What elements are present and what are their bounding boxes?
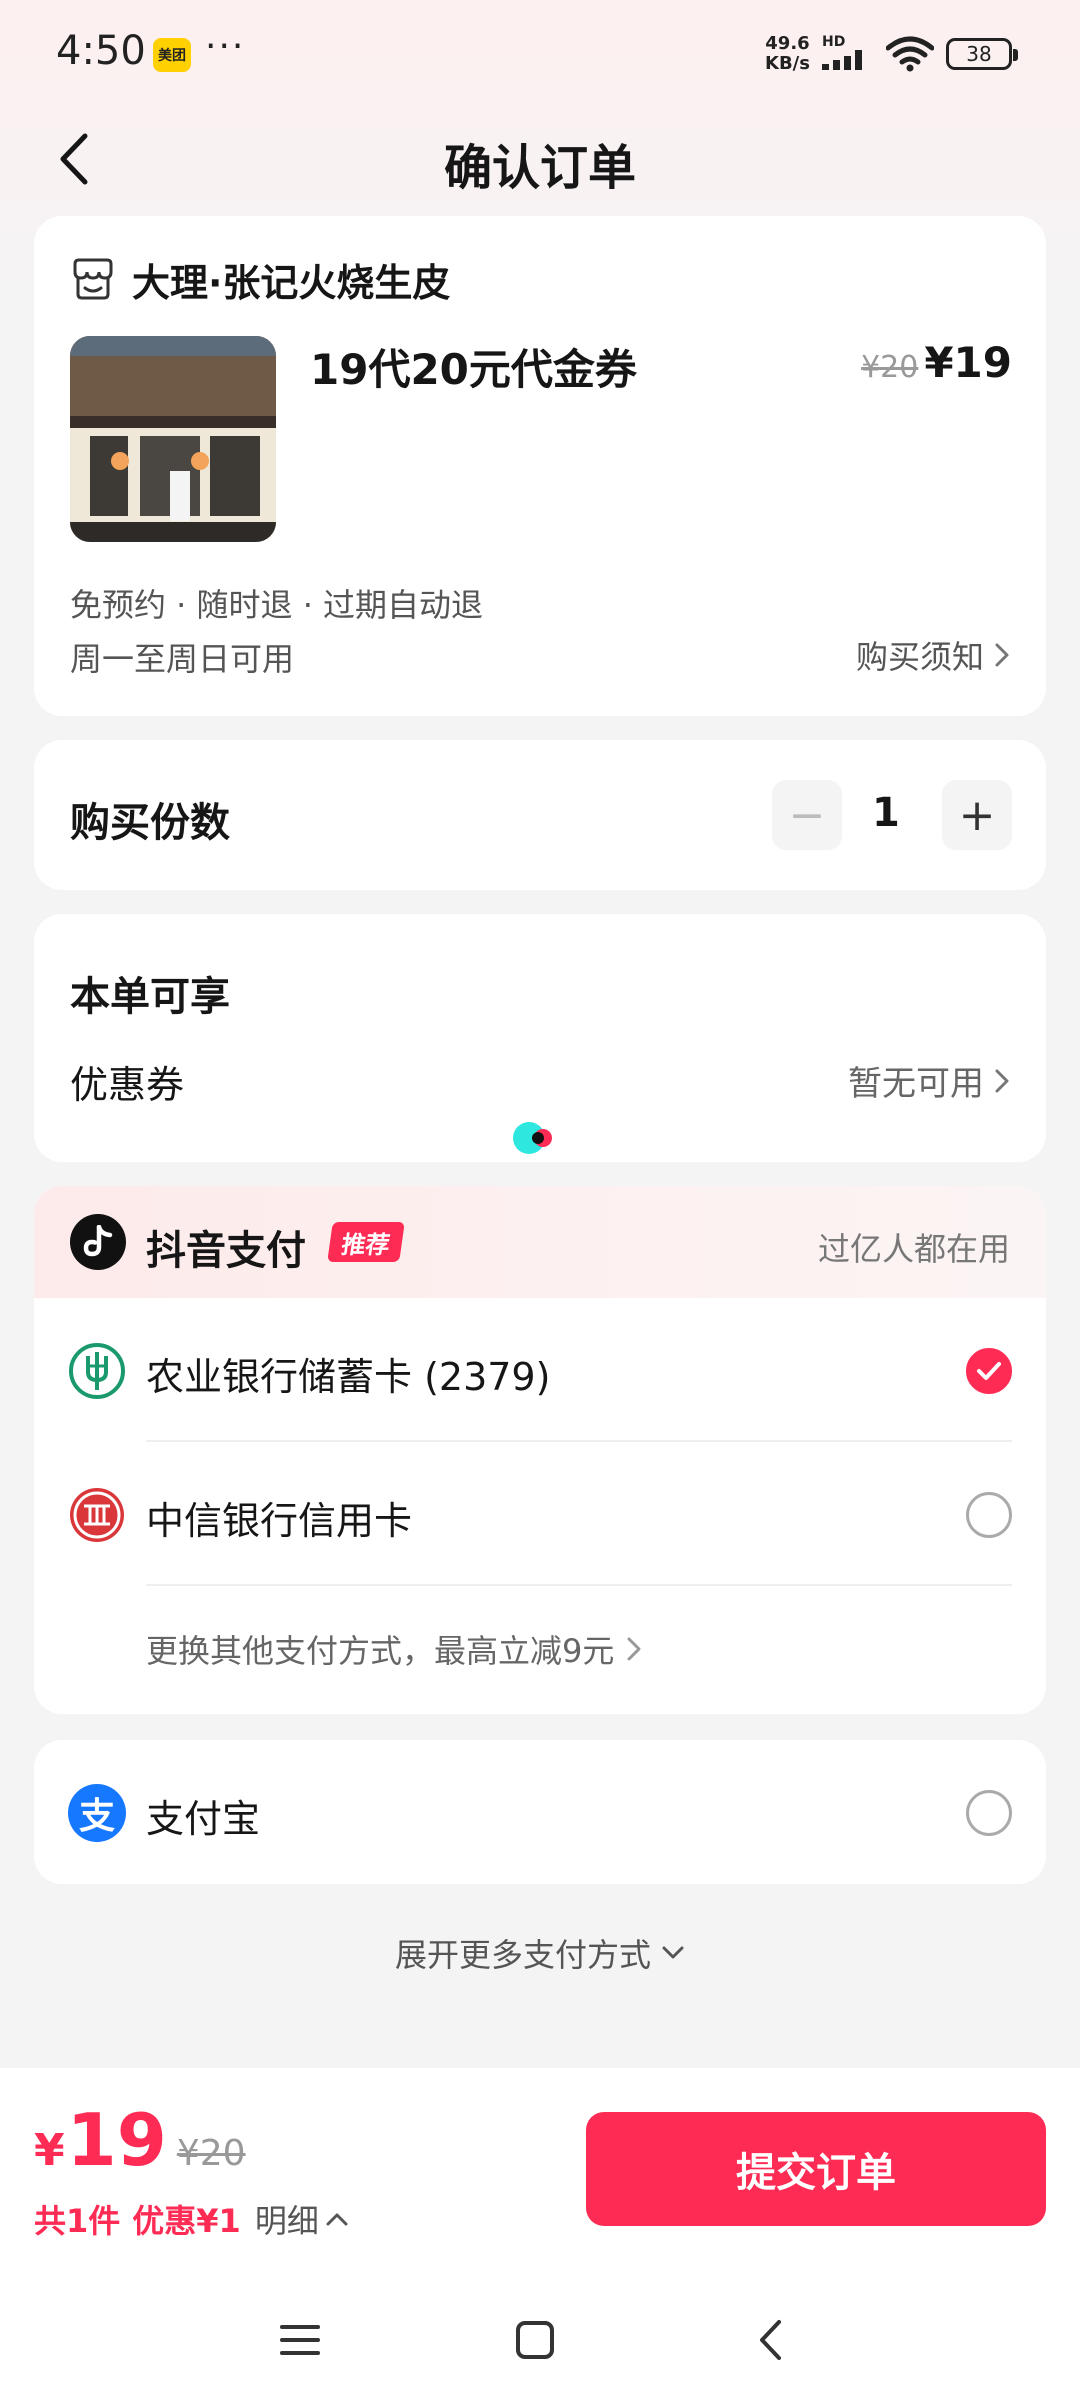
quantity-decrease-button[interactable]: − [772,780,842,850]
original-price: ¥20 [861,350,919,385]
chevron-right-icon [995,643,1009,667]
alipay-name: 支付宝 [146,1797,261,1841]
quantity-card: 购买份数 − 1 + [34,740,1046,890]
hd-label: HD [822,34,846,50]
douyin-pay-header: 抖音支付 推荐 过亿人都在用 [34,1186,1046,1298]
network-speed: 49.6 KB/s [765,34,810,74]
abc-bank-icon [69,1343,125,1399]
menu-icon [280,2325,320,2355]
store-name: 大理·张记火烧生皮 [132,260,451,305]
chevron-left-icon [760,2320,781,2360]
order-summary: 共1件 优惠¥1 明细 [34,2196,349,2242]
expand-more-label: 展开更多支付方式 [394,1936,651,1974]
status-time: 4:50 [56,28,146,74]
payment-radio-unselected[interactable] [966,1492,1012,1538]
battery-indicator: 38 [946,38,1018,70]
current-price: ¥19 [924,338,1012,387]
coupon-selector[interactable]: 暂无可用 [848,1056,1010,1105]
payment-name: 农业银行储蓄卡 (2379) [146,1355,551,1399]
total-price: ¥ 19 ¥20 [34,2098,246,2182]
change-payment-label: 更换其他支付方式，最高立减9元 [146,1632,615,1670]
payment-radio-selected[interactable] [966,1348,1012,1394]
available-days: 周一至周日可用 [70,640,295,678]
payment-name: 中信银行信用卡 [146,1499,413,1543]
payment-radio-unselected[interactable] [966,1790,1012,1836]
chevron-up-icon [326,2213,348,2226]
payment-option-abc-debit[interactable]: 农业银行储蓄卡 (2379) [34,1298,1046,1442]
product-card: 大理·张记火烧生皮 19代20元代金券 ¥20 ¥19 免预约 · 随时退 · … [34,216,1046,716]
home-square-icon [516,2321,554,2359]
system-back-button[interactable] [740,2310,800,2370]
product-price: ¥20 ¥19 [861,338,1012,387]
alipay-icon: 支 [68,1784,126,1842]
page-header: 确认订单 [0,110,1080,210]
total-value: 19 [66,2098,167,2182]
loading-indicator-icon [513,1122,552,1154]
coupon-value: 暂无可用 [848,1064,984,1104]
store-icon [73,258,113,300]
home-button[interactable] [505,2310,565,2370]
payment-card: 抖音支付 推荐 过亿人都在用 农业银行储蓄卡 (2379) 中信银行信用卡 更换… [34,1186,1046,1714]
product-tags: 免预约 · 随时退 · 过期自动退 [70,586,484,624]
item-count: 共1件 [34,2202,121,2240]
network-speed-unit: KB/s [765,53,810,74]
change-payment-method-link[interactable]: 更换其他支付方式，最高立减9元 [146,1626,642,1672]
total-original-price: ¥20 [176,2133,246,2174]
coupon-label: 优惠券 [70,1063,185,1107]
chevron-down-icon [662,1946,684,1959]
more-notifications-icon: ··· [205,26,246,67]
quantity-value: 1 [872,790,900,836]
check-icon [977,1362,1001,1380]
recent-apps-button[interactable] [270,2310,330,2370]
signal-icon [822,50,862,70]
currency-symbol: ¥ [34,2125,65,2176]
payment-option-alipay[interactable]: 支 支付宝 [34,1740,1046,1884]
douyin-pay-subtitle: 过亿人都在用 [817,1230,1010,1268]
douyin-logo-icon [70,1214,126,1270]
wifi-icon [886,36,934,72]
douyin-pay-label: 抖音支付 [146,1228,306,1274]
divider [146,1584,1012,1586]
submit-order-button[interactable]: 提交订单 [586,2112,1046,2226]
page-title: 确认订单 [443,140,636,196]
meituan-app-icon: 美团 [153,38,191,72]
system-navigation-bar [0,2290,1080,2380]
quantity-increase-button[interactable]: + [942,780,1012,850]
recommend-badge: 推荐 [327,1222,405,1262]
benefit-card: 本单可享 优惠券 暂无可用 [34,914,1046,1162]
discount-amount: 优惠¥1 [132,2202,241,2240]
price-detail-label: 明细 [254,2202,319,2240]
chevron-right-icon [995,1069,1009,1092]
benefit-title: 本单可享 [70,974,230,1020]
product-image [70,336,276,542]
chevron-right-icon [627,1637,641,1661]
price-detail-button[interactable]: 明细 [255,2196,349,2242]
status-bar: 4:50 美团 ··· 49.6 KB/s HD 38 [0,0,1080,110]
network-speed-value: 49.6 [765,33,810,54]
product-title: 19代20元代金券 [310,345,637,394]
purchase-notice-link[interactable]: 购买须知 [856,632,1010,678]
expand-more-payment-button[interactable]: 展开更多支付方式 [0,1930,1080,1976]
citic-bank-icon [70,1488,124,1542]
quantity-label: 购买份数 [70,800,230,846]
purchase-notice-label: 购买须知 [855,638,984,676]
store-row[interactable]: 大理·张记火烧生皮 [70,252,450,306]
payment-option-citic-credit[interactable]: 中信银行信用卡 [34,1442,1046,1586]
